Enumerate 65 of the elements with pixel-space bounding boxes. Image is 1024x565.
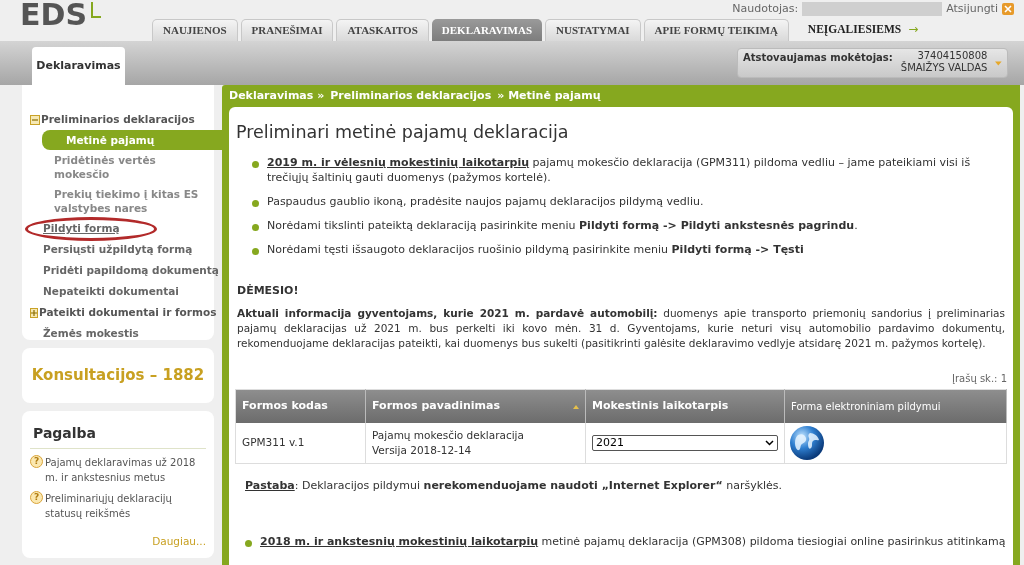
arrow-icon: → (908, 20, 919, 38)
period-select[interactable]: 2021 (592, 435, 778, 451)
nav-tab[interactable]: PRANEŠIMAI (240, 19, 334, 41)
page-title: Preliminari metinė pajamų deklaracija (236, 121, 570, 144)
column-header[interactable]: Formos pavadinimas (365, 389, 586, 424)
record-count: Įrašų sk.: 1 (951, 371, 1007, 386)
tree-group[interactable]: Pateikti dokumentai ir formos (30, 302, 214, 323)
bullet-icon (252, 161, 259, 169)
help-icon: ? (30, 455, 43, 468)
nav-tab[interactable]: DEKLARAVIMAS (431, 19, 543, 41)
bullet-text: Norėdami tikslinti pateiktą deklaraciją pasirinkite meniu Pildyti formą -> Pildyti ankstesnės pagrindu. (267, 218, 858, 234)
dropdown-caret-icon[interactable] (995, 61, 1002, 66)
bullet-icon (245, 540, 252, 548)
nav-tab[interactable]: APIE FORMŲ TEIKIMĄ (643, 19, 789, 41)
bullet-icon (252, 200, 259, 208)
consultation-phone: Konsultacijos – 1882 (31, 365, 205, 387)
taxpayer-name: ŠMAIŽYS VALDAS (900, 62, 988, 74)
bullet-text: 2018 m. ir ankstesnių mokestinių laikotarpių metinė pajamų deklaracija (GPM308) pildoma tiesiogiai online pasirinkus atitinkamą (260, 534, 1006, 550)
bullet-icon (252, 224, 259, 232)
bullet-text: Norėdami tęsti išsaugoto deklaracijos ruošinio pildymą pasirinkite meniu Pildyti formą -> Tęsti (267, 242, 804, 258)
table-cell: Pajamų mokesčio deklaracija Versija 2018-12-14 (365, 423, 586, 464)
sidebar-link[interactable]: Žemės mokestis (30, 323, 139, 344)
column-header[interactable]: Forma elektroniniam pildymui (784, 389, 1007, 424)
sidebar-subitem[interactable]: Prekių tiekimo į kitas ES valstybes nares (30, 184, 214, 218)
sort-icon[interactable] (573, 404, 579, 409)
bullet-text: Paspaudus gaublio ikoną, pradėsite naujos pajamų deklaracijos pildymą vedliu. (267, 194, 704, 210)
help-title: Pagalba (30, 423, 206, 449)
user-label: Naudotojas: (732, 1, 799, 17)
bullet-text: 2019 m. ir vėlesnių mokestinių laikotarpių pajamų mokesčio deklaracija (GPM311) pildoma vedliu – jame pateikiami visi iš trečiųjų šaltinių gauti duomenys (pažymos kortelė). (267, 155, 972, 186)
sidebar-link[interactable]: Pildyti formą (30, 218, 120, 239)
notice-title: DĖMESIO! (237, 283, 300, 300)
note-text: Pastaba: Deklaracijos pildymui nerekomenduojame naudoti „Internet Explorer“ naršyklės. (245, 477, 784, 494)
help-icon: ? (30, 491, 43, 504)
bullet-icon (252, 248, 259, 256)
column-header[interactable]: Formos kodas (235, 389, 366, 424)
breadcrumb-current: » Metinė pajamų (497, 87, 601, 104)
taxpayer-label: Atstovaujamas mokėtojas: (743, 51, 893, 65)
nav-tab[interactable]: NUSTATYMAI (545, 19, 641, 41)
logout-link[interactable]: Atsijungti (946, 1, 998, 18)
help-link[interactable]: Pajamų deklaravimas už 2018 m. ir ankstesnius metus (45, 455, 206, 485)
period-link[interactable]: 2018 m. ir ankstesnių mokestinių laikotarpių (260, 535, 539, 549)
tree-group[interactable]: Preliminarios deklaracijos (30, 109, 214, 130)
accessibility-link[interactable]: NEĮGALIESIEMS (807, 20, 902, 38)
sidebar-link[interactable]: Nepateikti dokumentai (30, 281, 179, 302)
table-cell: GPM311 v.1 (235, 423, 366, 464)
logo-mark-icon (91, 2, 101, 18)
period-link[interactable]: 2019 m. ir vėlesnių mokestinių laikotarpių (267, 156, 530, 170)
close-icon[interactable] (1002, 3, 1014, 16)
taxpayer-code: 37404150808 (917, 50, 988, 61)
expand-icon[interactable] (30, 307, 38, 318)
notice-text: Aktuali informacija gyventojams, kurie 2021 m. pardavė automobilį: duomenys apie transporto priemonių sandorius į preliminarias pajamų deklaracijas už 2021 m. bus perkelti iki kovo mėn. 31 d. Gyventojams, kurie neturi visų automobilio pardavimo dokumentų, rekomenduojame deklaracijas pateikti, kai duomenys bus sukelti (pasitikrinti galėsite deklaravimo vedlyje atsidarę 2021 m. pažymos kortelę). (237, 305, 1005, 351)
sidebar-link[interactable]: Persiųsti užpildytą formą (30, 239, 193, 260)
taxpayer-panel[interactable]: Atstovaujamas mokėtojas: 37404150808 ŠMAIŽYS VALDAS (737, 48, 1008, 78)
subnav-tab[interactable]: Deklaravimas (32, 47, 125, 85)
chevron-down-icon[interactable] (765, 440, 774, 446)
sidebar-subitem[interactable]: Pridėtinės vertės mokesčio (30, 150, 214, 184)
nav-tab[interactable]: NAUJIENOS (152, 19, 238, 41)
globe-icon[interactable] (789, 425, 825, 461)
column-header[interactable]: Mokestinis laikotarpis (585, 389, 785, 424)
collapse-icon[interactable] (30, 114, 40, 125)
help-link[interactable]: Preliminariųjų deklaracijų statusų reikšmės (45, 491, 206, 521)
sidebar-link[interactable]: Pridėti papildomą dokumentą (30, 260, 219, 281)
logo: EDS (20, 0, 87, 30)
note-link[interactable]: Pastaba (245, 478, 295, 492)
nav-tab[interactable]: ATASKAITOS (336, 19, 429, 41)
